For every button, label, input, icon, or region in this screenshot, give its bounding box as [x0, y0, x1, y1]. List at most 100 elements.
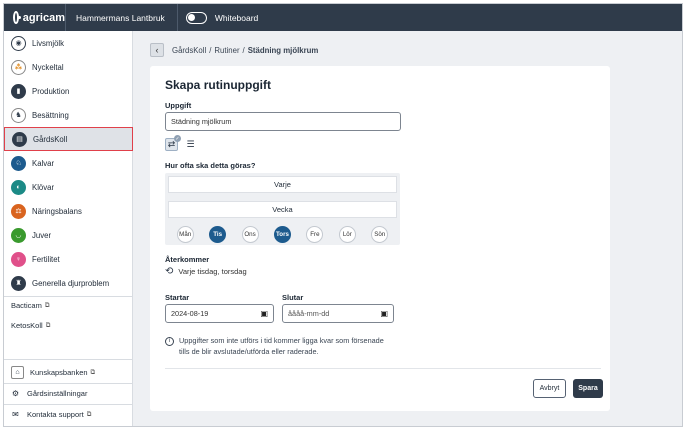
- agricam-logo-icon: [13, 11, 21, 24]
- external-link-icon: ⧉: [86, 410, 92, 418]
- farm-name[interactable]: Hammermans Lantbruk: [66, 13, 177, 23]
- start-date-input[interactable]: 2024-08-19 ▣: [165, 304, 274, 323]
- chart-dots-icon: ⁂: [11, 59, 26, 75]
- sidebar-item-gardskoll[interactable]: ▤ GårdsKoll: [4, 127, 133, 151]
- sidebar-divider: [4, 383, 133, 384]
- agricam-logo[interactable]: agricam: [4, 11, 65, 24]
- whiteboard-label: Whiteboard: [214, 12, 259, 23]
- start-date-value: 2024-08-19: [171, 309, 209, 318]
- day-button-fre[interactable]: Fre: [306, 225, 324, 243]
- period-select-value: Vecka: [272, 205, 293, 214]
- chevron-left-icon: ‹: [155, 45, 159, 55]
- end-label: Slutar: [282, 293, 304, 302]
- sidebar-item-kalvar[interactable]: ♘ Kalvar: [4, 151, 133, 175]
- sidebar-item-besattning[interactable]: ♞ Besättning: [4, 103, 133, 127]
- app-window: agricam Hammermans Lantbruk Whiteboard ◉…: [3, 3, 683, 427]
- sidebar-link-ketoskoll[interactable]: KetosKoll ⧉: [11, 321, 50, 330]
- sidebar-item-label: Generella djurproblem: [32, 278, 110, 288]
- sidebar-item-label: Produktion: [32, 86, 70, 96]
- sidebar-item-fertilitet[interactable]: ♀ Fertilitet: [4, 247, 133, 271]
- animal-problem-icon: ♜: [11, 275, 26, 291]
- check-icon: ✓: [174, 135, 181, 142]
- fertility-icon: ♀: [11, 251, 26, 267]
- frequency-select[interactable]: Varje: [168, 176, 397, 193]
- sidebar-item-nyckeltal[interactable]: ⁂ Nyckeltal: [4, 55, 133, 79]
- sidebar-item-label: Klövar: [32, 182, 55, 192]
- hoof-icon: ◐: [11, 179, 26, 195]
- clipboard-icon: ▤: [12, 131, 27, 147]
- sidebar-item-label: Nyckeltal: [32, 62, 64, 72]
- sidebar-link-kontakta-support[interactable]: ✉ Kontakta support ⧉: [11, 410, 91, 419]
- whiteboard-toggle[interactable]: [185, 11, 207, 24]
- repeat-mode-button[interactable]: ⇄ ✓: [165, 135, 181, 151]
- day-button-ons[interactable]: Ons: [241, 225, 259, 243]
- sidebar-item-juver[interactable]: ◡ Juver: [4, 223, 133, 247]
- cancel-button[interactable]: Avbryt: [533, 379, 566, 398]
- day-button-son[interactable]: Sön: [371, 225, 389, 243]
- sidebar: ◉ Livsmjölk ⁂ Nyckeltal ▮ Produktion ♞ B…: [4, 31, 133, 426]
- calendar-icon[interactable]: ▣: [380, 309, 388, 318]
- task-label: Uppgift: [165, 101, 192, 110]
- back-button[interactable]: ‹: [150, 43, 164, 57]
- sidebar-divider: [4, 296, 133, 297]
- external-link-icon: ⧉: [45, 321, 51, 329]
- breadcrumb: GårdsKoll / Rutiner / Städning mjölkrum: [172, 46, 318, 55]
- sidebar-divider: [4, 359, 133, 360]
- sidebar-item-livsmjolk[interactable]: ◉ Livsmjölk: [4, 31, 133, 55]
- udder-icon: ◡: [11, 227, 26, 243]
- list-mode-button[interactable]: ☰: [184, 138, 197, 151]
- frequency-select-value: Varje: [274, 180, 291, 189]
- page-title: Skapa rutinuppgift: [165, 78, 271, 92]
- link-label: Kontakta support: [27, 410, 84, 419]
- info-text: Uppgifter som inte utförs i tid kommer l…: [179, 336, 384, 356]
- save-button[interactable]: Spara: [573, 379, 603, 398]
- period-select[interactable]: Vecka: [168, 201, 397, 218]
- day-button-tors[interactable]: Tors: [273, 225, 291, 243]
- topbar-divider: [176, 4, 178, 31]
- frequency-panel: Varje Vecka Mån Tis Ons Tors Fre Lör Sön: [165, 173, 400, 245]
- info-note: i Uppgifter som inte utförs i tid kommer…: [165, 336, 395, 357]
- recurs-label: Återkommer: [165, 255, 210, 264]
- sidebar-item-produktion[interactable]: ▮ Produktion: [4, 79, 133, 103]
- external-link-icon: ⧉: [44, 301, 50, 309]
- day-button-lor[interactable]: Lör: [338, 225, 356, 243]
- gear-icon: ⚙: [11, 389, 20, 398]
- top-bar: agricam Hammermans Lantbruk Whiteboard: [4, 4, 682, 31]
- sidebar-item-generella-djurproblem[interactable]: ♜ Generella djurproblem: [4, 271, 133, 295]
- herd-icon: ♞: [11, 107, 26, 123]
- repeat-icon: ⟲: [165, 266, 174, 277]
- sidebar-link-bacticam[interactable]: Bacticam ⧉: [11, 301, 50, 310]
- task-input[interactable]: Städning mjölkrum: [165, 112, 401, 131]
- mail-icon: ✉: [12, 410, 19, 419]
- end-date-placeholder: åååå-mm-dd: [288, 309, 330, 318]
- calendar-icon[interactable]: ▣: [260, 309, 268, 318]
- breadcrumb-separator: /: [242, 46, 245, 55]
- nutrition-icon: ⚖: [11, 203, 26, 219]
- day-button-man[interactable]: Mån: [176, 225, 194, 243]
- sidebar-item-naringsbalans[interactable]: ⚖ Näringsbalans: [4, 199, 133, 223]
- end-date-input[interactable]: åååå-mm-dd ▣: [282, 304, 394, 323]
- breadcrumb-gardskoll[interactable]: GårdsKoll: [172, 46, 206, 55]
- list-icon: ☰: [186, 139, 195, 149]
- link-label: Kunskapsbanken: [30, 368, 88, 377]
- task-input-value: Städning mjölkrum: [171, 117, 232, 126]
- link-label: Bacticam: [11, 301, 42, 310]
- sidebar-item-klovar[interactable]: ◐ Klövar: [4, 175, 133, 199]
- frequency-label: Hur ofta ska detta göras?: [165, 161, 256, 170]
- book-icon: ⌂: [11, 366, 24, 379]
- sidebar-link-kunskapsbanken[interactable]: ⌂ Kunskapsbanken ⧉: [11, 366, 95, 379]
- day-button-tis[interactable]: Tis: [209, 225, 227, 243]
- link-label: Gårdsinställningar: [27, 389, 88, 398]
- sidebar-item-label: GårdsKoll: [33, 134, 68, 144]
- cow-circle-icon: ◉: [11, 35, 26, 51]
- calf-icon: ♘: [11, 155, 26, 171]
- breadcrumb-rutiner[interactable]: Rutiner: [214, 46, 239, 55]
- sidebar-link-gardsinstallningar[interactable]: ⚙ Gårdsinställningar: [11, 389, 88, 398]
- sidebar-divider: [4, 404, 133, 405]
- milk-bottles-icon: ▮: [11, 83, 26, 99]
- sidebar-item-label: Kalvar: [32, 158, 55, 168]
- sidebar-item-label: Näringsbalans: [32, 206, 82, 216]
- external-link-icon: ⧉: [90, 368, 96, 376]
- sidebar-item-label: Fertilitet: [32, 254, 60, 264]
- weekday-picker: Mån Tis Ons Tors Fre Lör Sön: [165, 224, 400, 244]
